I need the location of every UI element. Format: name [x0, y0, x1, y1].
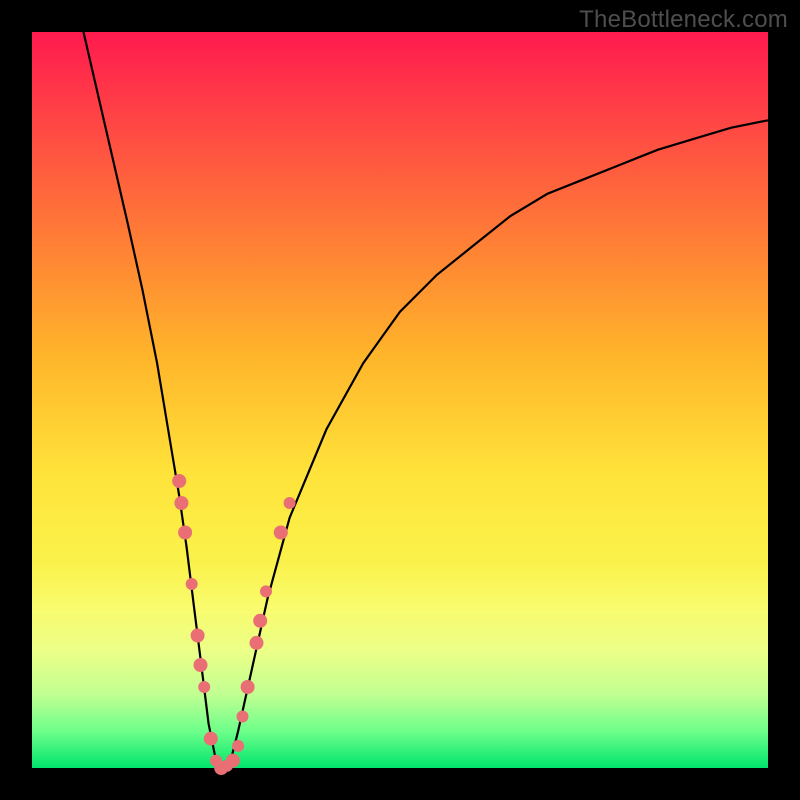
data-point: [172, 474, 186, 488]
data-point: [260, 585, 272, 597]
data-point: [198, 681, 210, 693]
data-point: [284, 497, 296, 509]
data-point: [232, 740, 244, 752]
data-point: [274, 526, 288, 540]
watermark-text: TheBottleneck.com: [579, 6, 788, 34]
data-point: [191, 629, 205, 643]
data-points-group: [172, 474, 295, 775]
data-point: [204, 732, 218, 746]
data-point: [226, 754, 240, 768]
curve-svg: [32, 32, 768, 768]
plot-area: [32, 32, 768, 768]
data-point: [194, 658, 208, 672]
data-point: [178, 526, 192, 540]
data-point: [250, 636, 264, 650]
chart-frame: TheBottleneck.com: [0, 0, 800, 800]
bottleneck-curve: [84, 32, 769, 768]
data-point: [237, 711, 249, 723]
data-point: [241, 680, 255, 694]
data-point: [186, 578, 198, 590]
data-point: [253, 614, 267, 628]
data-point: [174, 496, 188, 510]
